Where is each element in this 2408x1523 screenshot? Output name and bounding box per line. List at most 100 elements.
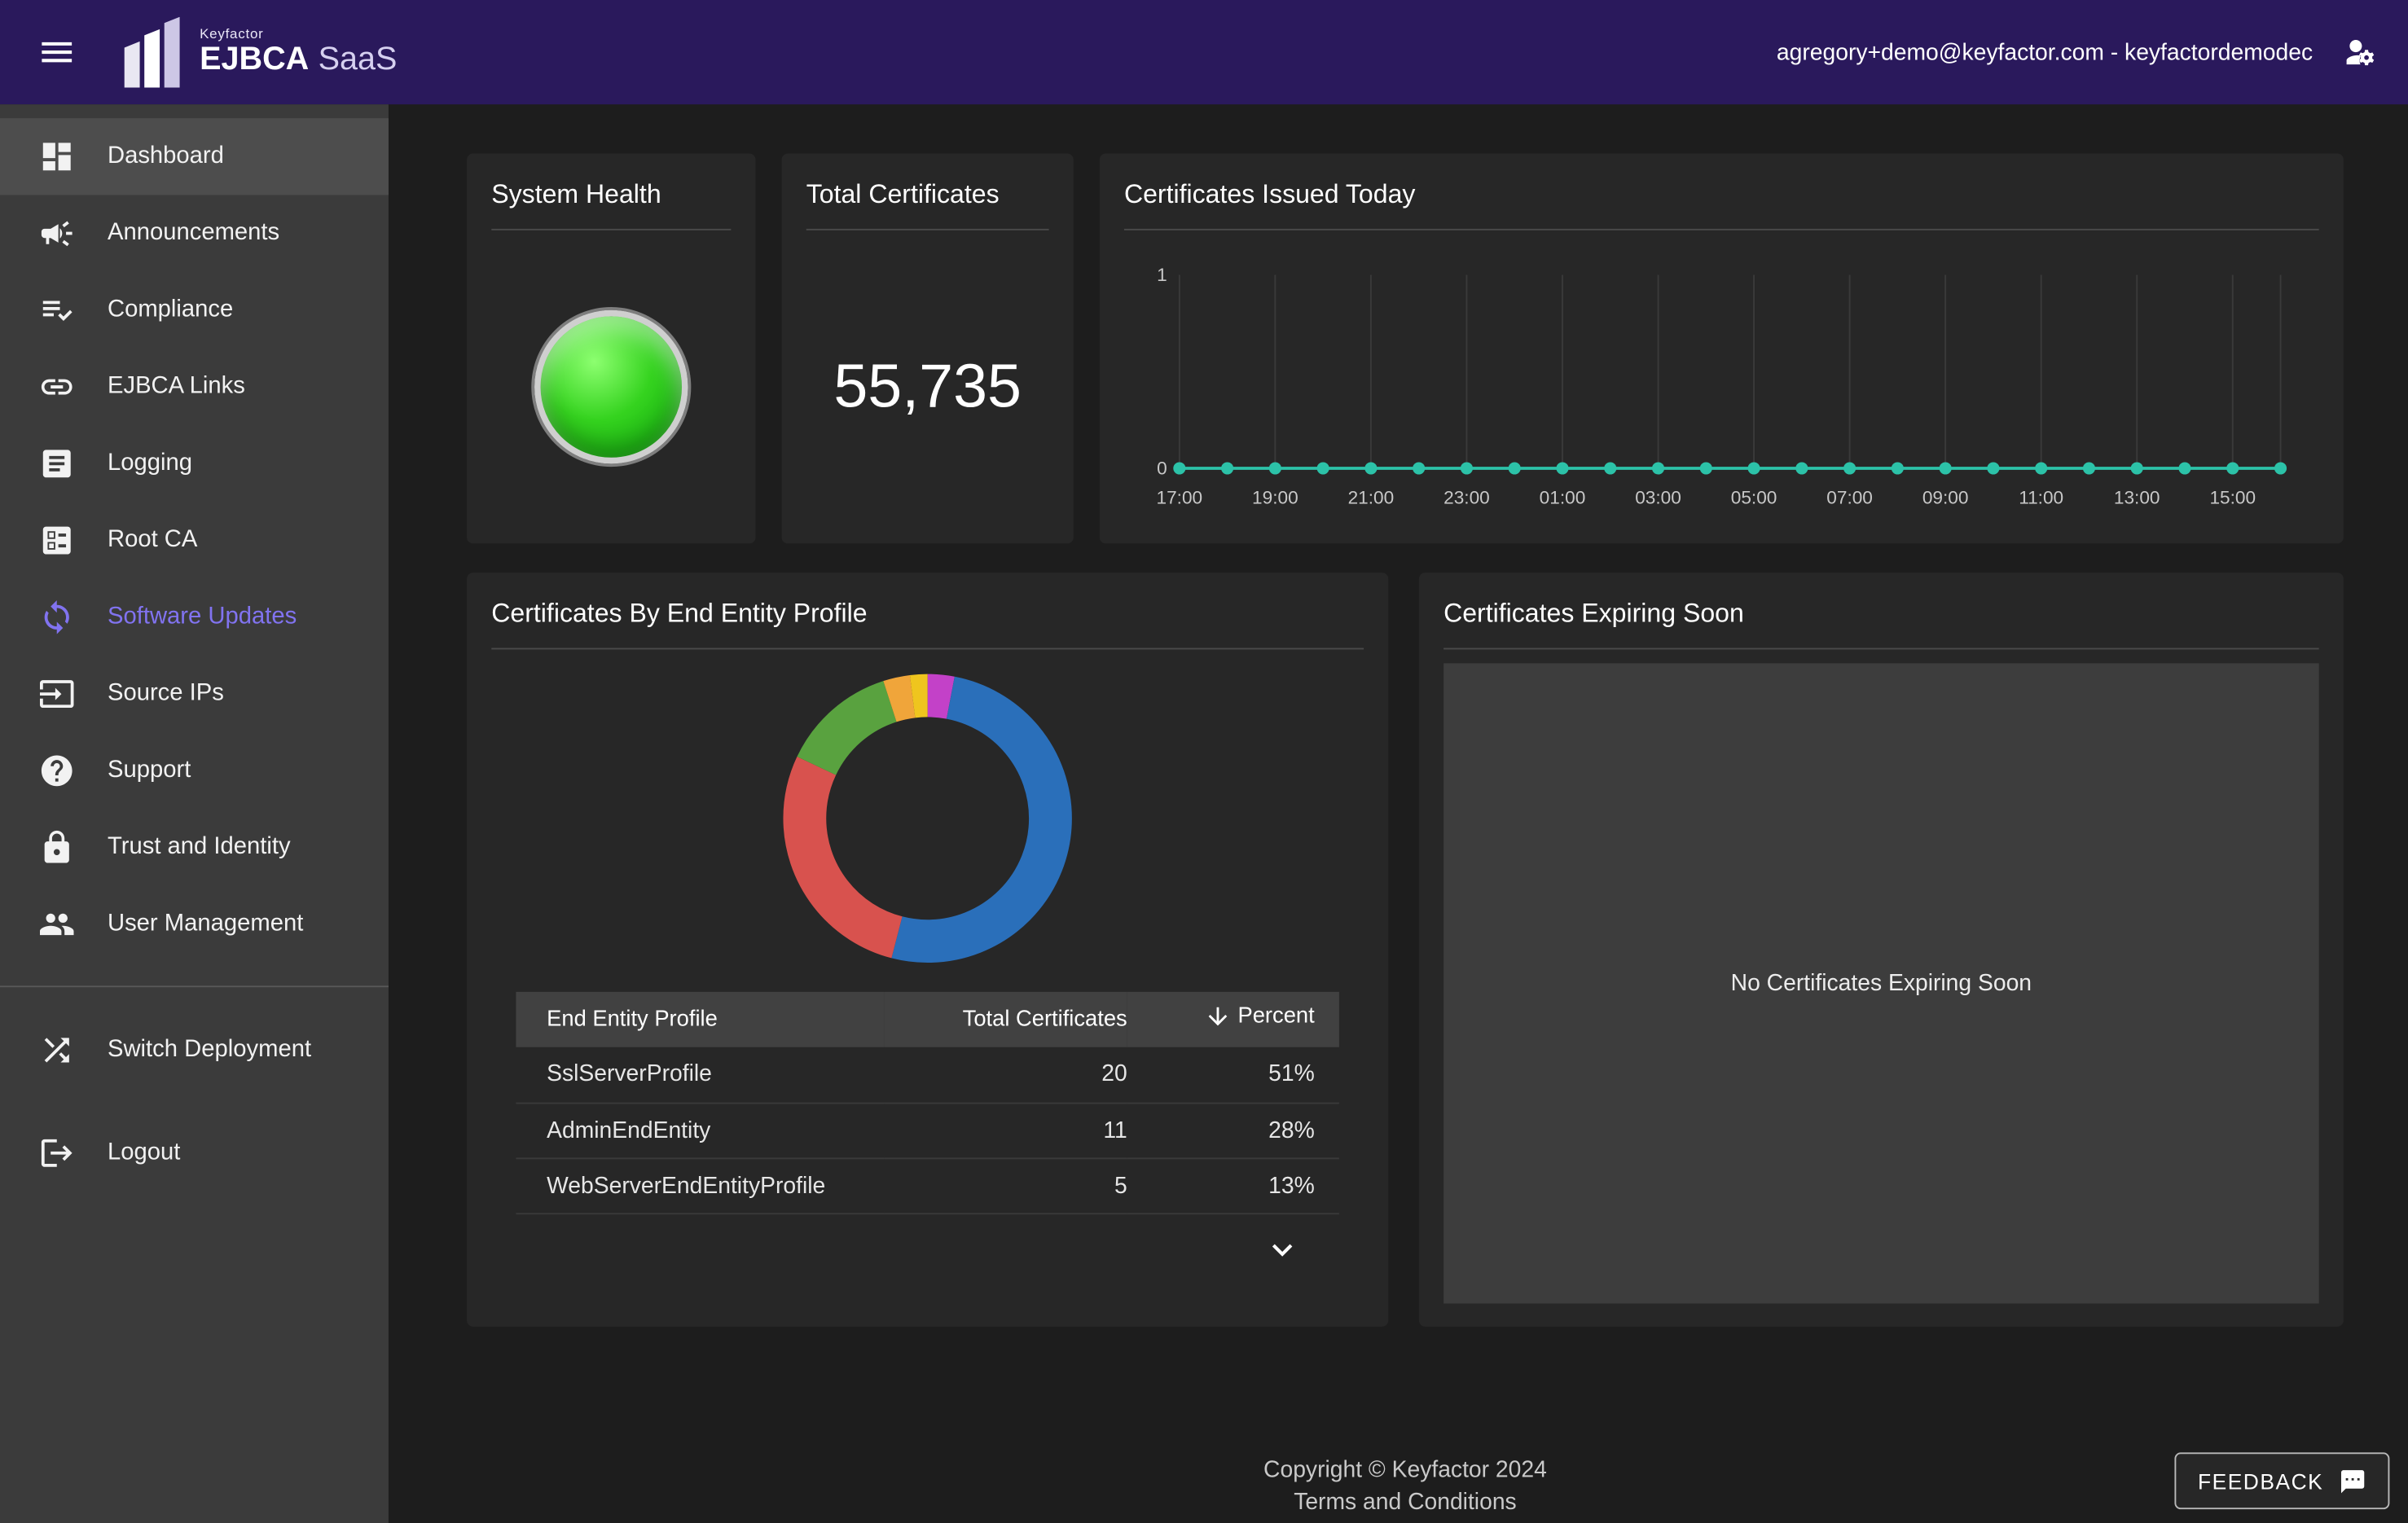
- cell-total: 11: [885, 1103, 1127, 1158]
- header-percent[interactable]: Percent: [1127, 992, 1339, 1047]
- sidebar-item-trust-and-identity[interactable]: Trust and Identity: [0, 810, 389, 886]
- header-end-entity-profile[interactable]: End Entity Profile: [516, 992, 884, 1047]
- sidebar-item-label: Switch Deployment: [108, 1037, 311, 1064]
- menu-icon[interactable]: [37, 33, 77, 72]
- profile-donut-chart: [782, 673, 1074, 964]
- terms-link[interactable]: Terms and Conditions: [467, 1486, 2344, 1519]
- health-status-light: [534, 310, 688, 464]
- card-title: System Health: [491, 154, 731, 230]
- keyfactor-logo-icon: [123, 17, 184, 88]
- account-text: agregory+demo@keyfactor.com - keyfactord…: [1777, 39, 2313, 65]
- sync-icon: [38, 599, 75, 635]
- help-icon: [38, 753, 75, 789]
- cell-total: 20: [885, 1047, 1127, 1103]
- document-icon: [38, 445, 75, 482]
- card-title: Certificates By End Entity Profile: [491, 573, 1364, 649]
- sidebar-item-user-management[interactable]: User Management: [0, 886, 389, 963]
- card-title: Certificates Expiring Soon: [1443, 573, 2319, 649]
- sidebar-item-label: User Management: [108, 911, 303, 938]
- brand-text: Keyfactor EJBCASaaS: [200, 28, 397, 76]
- sidebar-item-dashboard[interactable]: Dashboard: [0, 118, 389, 195]
- total-certificates-card: Total Certificates 55,735: [782, 154, 1074, 544]
- certificates-expiring-soon-card: Certificates Expiring Soon No Certificat…: [1419, 573, 2344, 1327]
- certificates-by-profile-card: Certificates By End Entity Profile End E…: [467, 573, 1388, 1327]
- sidebar-item-label: Root CA: [108, 527, 197, 555]
- svg-text:05:00: 05:00: [1731, 487, 1777, 507]
- sidebar-item-label: Dashboard: [108, 143, 224, 170]
- sort-desc-icon: [1204, 1003, 1232, 1030]
- sidebar-divider: [0, 985, 389, 987]
- brand-ejbca-saas: EJBCASaaS: [200, 42, 397, 77]
- checklist-icon: [38, 292, 75, 328]
- feedback-label: FEEDBACK: [2198, 1468, 2323, 1493]
- header-total-certificates[interactable]: Total Certificates: [885, 992, 1127, 1047]
- issued-today-chart: 1 0 17:00 19:00 21:00 23:00 01:00 03:00 05:00 07:…: [1124, 244, 2318, 529]
- svg-text:07:00: 07:00: [1826, 487, 1873, 507]
- lock-icon: [38, 829, 75, 866]
- sidebar-item-label: Support: [108, 757, 191, 784]
- copyright-text: Copyright © Keyfactor 2024: [467, 1454, 2344, 1486]
- logout-icon: [38, 1135, 75, 1171]
- cell-profile: WebServerEndEntityProfile: [516, 1157, 884, 1213]
- system-health-card: System Health: [467, 154, 755, 544]
- cell-total: 5: [885, 1157, 1127, 1213]
- sidebar: Dashboard Announcements Compliance EJBCA…: [0, 104, 389, 1523]
- sidebar-item-software-updates[interactable]: Software Updates: [0, 579, 389, 656]
- expand-more-icon[interactable]: [1263, 1229, 1303, 1269]
- sidebar-item-logout[interactable]: Logout: [0, 1115, 389, 1192]
- sidebar-item-ejbca-links[interactable]: EJBCA Links: [0, 349, 389, 425]
- total-certificates-value: 55,735: [833, 353, 1022, 422]
- footer: Copyright © Keyfactor 2024 Terms and Con…: [467, 1327, 2344, 1519]
- svg-text:17:00: 17:00: [1157, 487, 1203, 507]
- account-area: agregory+demo@keyfactor.com - keyfactord…: [1777, 33, 2377, 70]
- table-row: WebServerEndEntityProfile 5 13%: [516, 1157, 1338, 1213]
- feedback-button[interactable]: FEEDBACK: [2175, 1452, 2390, 1509]
- input-icon: [38, 675, 75, 712]
- sidebar-item-logging[interactable]: Logging: [0, 425, 389, 502]
- sidebar-item-label: Logout: [108, 1139, 180, 1167]
- link-icon: [38, 368, 75, 405]
- svg-text:13:00: 13:00: [2114, 487, 2160, 507]
- svg-text:21:00: 21:00: [1348, 487, 1395, 507]
- sidebar-item-compliance[interactable]: Compliance: [0, 272, 389, 349]
- certificates-issued-today-card: Certificates Issued Today 1 0 17:00 19:00 21…: [1100, 154, 2344, 544]
- svg-text:03:00: 03:00: [1635, 487, 1681, 507]
- svg-text:01:00: 01:00: [1540, 487, 1586, 507]
- ballot-icon: [38, 522, 75, 559]
- manage-accounts-icon[interactable]: [2340, 33, 2377, 70]
- sidebar-item-announcements[interactable]: Announcements: [0, 195, 389, 271]
- table-row: SslServerProfile 20 51%: [516, 1047, 1338, 1103]
- main-content: System Health Total Certificates 55,735 …: [389, 104, 2408, 1523]
- cell-percent: 51%: [1127, 1047, 1339, 1103]
- sidebar-item-support[interactable]: Support: [0, 732, 389, 809]
- svg-text:19:00: 19:00: [1252, 487, 1298, 507]
- brand-logo: Keyfactor EJBCASaaS: [123, 17, 398, 88]
- svg-text:1: 1: [1157, 265, 1167, 285]
- people-icon: [38, 906, 75, 942]
- svg-text:23:00: 23:00: [1443, 487, 1490, 507]
- sidebar-item-switch-deployment[interactable]: Switch Deployment: [0, 1012, 389, 1088]
- cell-percent: 28%: [1127, 1103, 1339, 1158]
- sidebar-item-label: Source IPs: [108, 680, 224, 708]
- sidebar-item-root-ca[interactable]: Root CA: [0, 502, 389, 578]
- expiring-empty-panel: No Certificates Expiring Soon: [1443, 663, 2319, 1303]
- cell-percent: 13%: [1127, 1157, 1339, 1213]
- top-bar: Keyfactor EJBCASaaS agregory+demo@keyfac…: [0, 0, 2408, 104]
- cell-profile: SslServerProfile: [516, 1047, 884, 1103]
- card-title: Certificates Issued Today: [1124, 154, 2319, 230]
- shuffle-icon: [38, 1032, 75, 1069]
- megaphone-icon: [38, 215, 75, 252]
- sidebar-item-label: Announcements: [108, 220, 279, 248]
- svg-text:09:00: 09:00: [1922, 487, 1969, 507]
- profile-table: End Entity Profile Total Certificates Pe…: [516, 992, 1338, 1214]
- app-window: Keyfactor EJBCASaaS agregory+demo@keyfac…: [0, 0, 2408, 1523]
- svg-text:0: 0: [1157, 459, 1167, 479]
- svg-text:11:00: 11:00: [2019, 487, 2063, 507]
- sidebar-item-label: Logging: [108, 450, 192, 477]
- sidebar-item-label: EJBCA Links: [108, 373, 245, 401]
- dashboard-icon: [38, 138, 75, 175]
- sidebar-item-source-ips[interactable]: Source IPs: [0, 656, 389, 732]
- card-title: Total Certificates: [806, 154, 1049, 230]
- cell-profile: AdminEndEntity: [516, 1103, 884, 1158]
- table-header-row: End Entity Profile Total Certificates Pe…: [516, 992, 1338, 1047]
